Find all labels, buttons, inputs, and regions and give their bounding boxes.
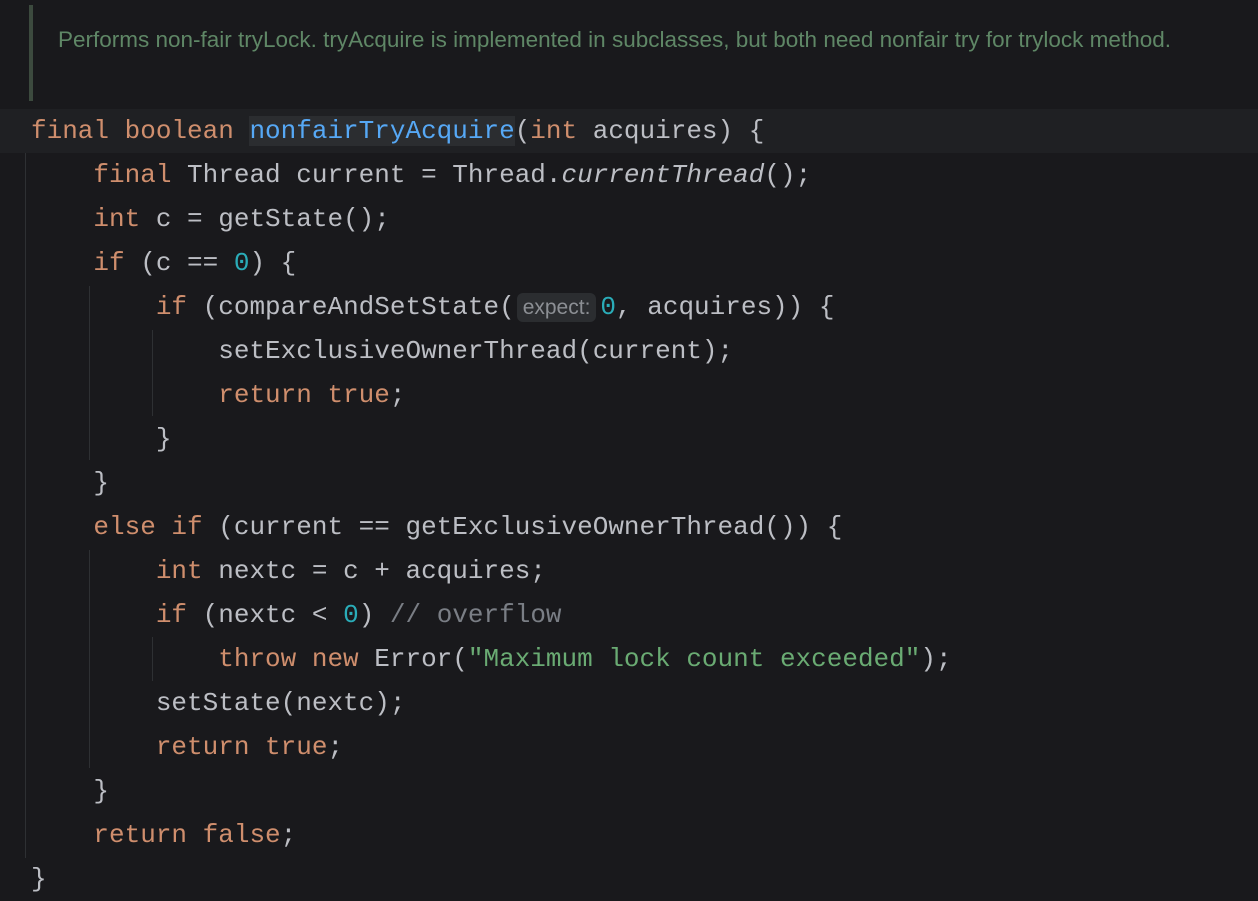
code-text: (current == getExclusiveOwnerThread()) { <box>218 512 843 542</box>
code-text: } <box>31 468 110 498</box>
code-text: ) { <box>249 248 297 278</box>
code-text: (); <box>764 160 812 190</box>
code-line[interactable]: if (compareAndSetState(expect: 0, acquire… <box>0 285 1258 329</box>
code-text: } <box>31 776 110 806</box>
keyword: final <box>93 160 188 190</box>
string-literal: "Maximum lock count exceeded" <box>467 644 921 674</box>
code-text: setState(nextc); <box>31 688 406 718</box>
doc-comment-bar <box>29 5 33 101</box>
code-line[interactable]: } <box>0 417 1258 461</box>
method-name: nonfairTryAcquire <box>249 116 515 146</box>
code-line[interactable]: } <box>0 461 1258 505</box>
static-method-call: currentThread <box>561 160 765 190</box>
code-line[interactable]: final Thread current = Thread.currentThr… <box>0 153 1258 197</box>
keyword: if <box>155 292 203 322</box>
doc-comment-text: Performs non-fair tryLock. tryAcquire is… <box>58 27 1171 52</box>
code-text: nextc = c + acquires; <box>218 556 546 586</box>
keyword: int <box>530 116 593 146</box>
keyword: return true <box>218 380 390 410</box>
code-line[interactable]: setExclusiveOwnerThread(current); <box>0 329 1258 373</box>
code-text: ; <box>327 732 344 762</box>
code-text: (c == <box>140 248 234 278</box>
code-text: c = getState(); <box>155 204 390 234</box>
keyword: throw new <box>218 644 375 674</box>
code-text: ; <box>280 820 297 850</box>
keyword: final boolean <box>31 116 250 146</box>
code-line[interactable]: return false; <box>0 813 1258 857</box>
number-literal: 0 <box>343 600 359 630</box>
code-text: ); <box>920 644 952 674</box>
code-line[interactable]: int c = getState(); <box>0 197 1258 241</box>
number-literal: 0 <box>600 292 617 322</box>
code-text: acquires) { <box>592 116 765 146</box>
code-text: Error( <box>374 644 468 674</box>
code-text: Thread current = Thread. <box>187 160 562 190</box>
code-line[interactable]: return true; <box>0 725 1258 769</box>
code-line[interactable]: return true; <box>0 373 1258 417</box>
code-line[interactable]: setState(nextc); <box>0 681 1258 725</box>
line-comment: // overflow <box>389 600 562 630</box>
number-literal: 0 <box>233 248 250 278</box>
code-line[interactable]: if (nextc < 0) // overflow <box>0 593 1258 637</box>
code-line[interactable]: } <box>0 769 1258 813</box>
keyword: if <box>155 600 203 630</box>
keyword: else if <box>93 512 219 542</box>
code-editor[interactable]: final boolean nonfairTryAcquire(int acqu… <box>0 109 1258 901</box>
code-text: (nextc < <box>202 600 344 630</box>
keyword: if <box>93 248 141 278</box>
code-text: ; <box>389 380 406 410</box>
code-text: ) <box>358 600 390 630</box>
code-text: , acquires)) { <box>616 292 835 322</box>
code-text: } <box>31 424 172 454</box>
parameter-hint: expect: <box>516 293 597 322</box>
javadoc-comment: Performs non-fair tryLock. tryAcquire is… <box>0 0 1258 105</box>
code-text: } <box>31 864 47 894</box>
code-text: setExclusiveOwnerThread(current); <box>31 336 734 366</box>
code-line[interactable]: int nextc = c + acquires; <box>0 549 1258 593</box>
code-text: (compareAndSetState( <box>202 292 515 322</box>
keyword: int <box>93 204 156 234</box>
keyword: return true <box>155 732 328 762</box>
keyword: int <box>155 556 219 586</box>
code-line[interactable]: } <box>0 857 1258 901</box>
code-line[interactable]: if (c == 0) { <box>0 241 1258 285</box>
code-line[interactable]: else if (current == getExclusiveOwnerThr… <box>0 505 1258 549</box>
code-line-current[interactable]: final boolean nonfairTryAcquire(int acqu… <box>0 109 1258 153</box>
code-line[interactable]: throw new Error("Maximum lock count exce… <box>0 637 1258 681</box>
code-text: ( <box>514 116 531 146</box>
keyword: return false <box>93 820 281 850</box>
